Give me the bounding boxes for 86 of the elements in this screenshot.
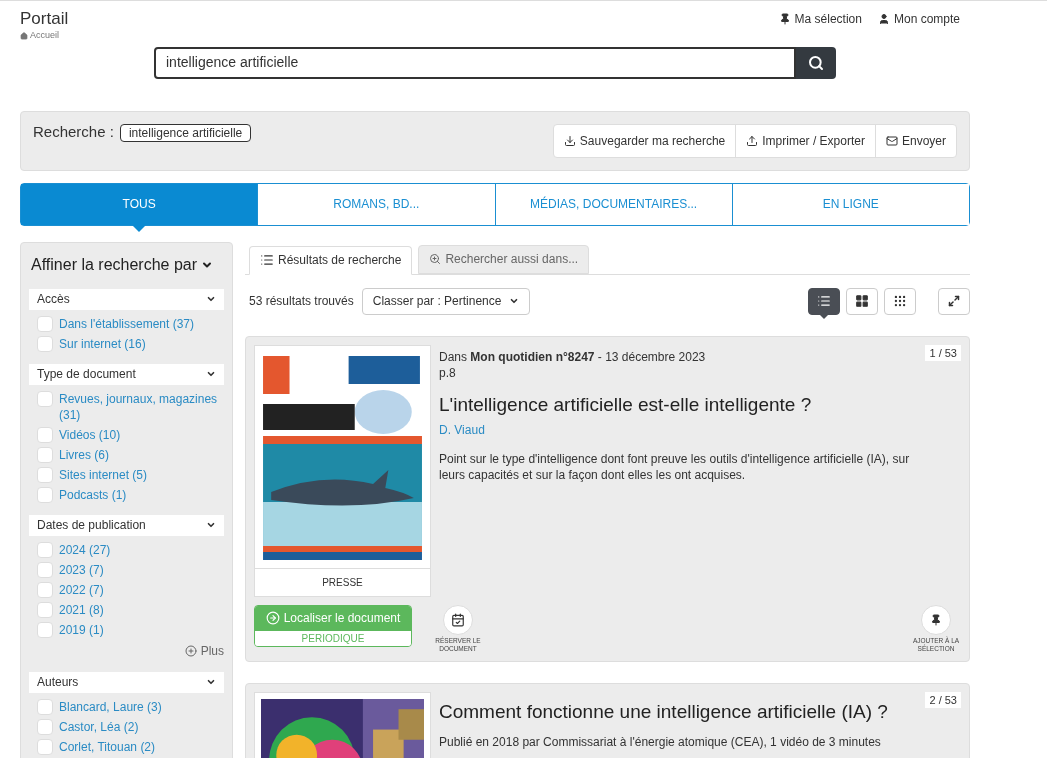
facet-option[interactable]: 2024 (27) [59, 541, 111, 558]
toolbar-button[interactable]: Imprimer / Exporter [735, 124, 875, 157]
results-tab[interactable]: Résultats de recherche [249, 245, 413, 275]
query-label: Recherche : [33, 122, 114, 143]
result-counter: 1 / 53 [925, 344, 961, 361]
facet-option[interactable]: 2021 (8) [59, 601, 104, 618]
pin-icon [778, 13, 791, 25]
sort-dropdown[interactable]: Classer par : Pertinence [361, 287, 531, 315]
grid-icon [893, 294, 907, 308]
facet-option[interactable]: Blancard, Laure (3) [59, 698, 162, 715]
checkbox[interactable] [37, 390, 53, 407]
checkbox[interactable] [37, 446, 53, 463]
list-icon [817, 294, 831, 308]
facet-option[interactable]: 2023 (7) [59, 561, 104, 578]
tab-pointer-icon [132, 224, 147, 232]
checkbox[interactable] [37, 698, 53, 715]
checkbox[interactable] [37, 561, 53, 578]
facet-option[interactable]: Vidéos (10) [59, 426, 121, 443]
facet-header[interactable]: Accès [29, 288, 224, 310]
toolbar-button[interactable]: Envoyer [874, 124, 956, 157]
locate-button[interactable]: Localiser le document PERIODIQUE [254, 604, 412, 647]
facet-header[interactable]: Dates de publication [29, 514, 224, 536]
facet-option[interactable]: 2019 (1) [59, 621, 104, 638]
fullscreen-button[interactable] [938, 287, 970, 315]
caret-icon [206, 369, 216, 379]
toolbar-button[interactable]: Sauvegarder ma recherche [553, 124, 736, 157]
checkbox[interactable] [37, 486, 53, 503]
result-summary: Publié en 2018 par Commissariat à l'énergie atomique (CEA), 1 vidéo de 3 minutes [439, 733, 882, 750]
facet-header[interactable]: Auteurs [29, 671, 224, 693]
plus-icon [184, 644, 197, 657]
header-link[interactable]: Ma sélection [778, 11, 862, 27]
checkbox[interactable] [37, 541, 53, 558]
checkbox[interactable] [37, 466, 53, 483]
results-count: 53 résultats trouvés [249, 293, 354, 310]
checkbox[interactable] [37, 426, 53, 443]
breadcrumb-link[interactable]: Accueil [20, 29, 69, 43]
checkbox[interactable] [37, 718, 53, 735]
search-field[interactable]: intelligence artificielle [154, 46, 796, 79]
calendar-icon [451, 612, 465, 627]
download-icon [563, 134, 576, 147]
pin-icon [930, 613, 942, 626]
user-icon [877, 13, 890, 25]
facet-option[interactable]: Revues, journaux, magazines (31) [59, 390, 224, 423]
checkbox[interactable] [37, 581, 53, 598]
zoom-icon [429, 253, 442, 265]
facet-option[interactable]: Livres (6) [59, 446, 109, 463]
search-button[interactable] [796, 46, 836, 79]
author-link[interactable]: D. Viaud [439, 420, 921, 439]
document-type: PRESSE [254, 568, 431, 597]
result-summary: Point sur le type d'intelligence dont font preuve les outils d'intelligence artificielle (IA), sur leurs capacités et sur la façon dont elles les ont acquises. [439, 450, 911, 483]
query-term: intelligence artificielle [119, 123, 252, 142]
search-icon [808, 54, 824, 71]
source-line: Dans Mon quotidien n°8247 - 13 décembre 2023 [439, 348, 707, 365]
caret-icon [206, 520, 216, 530]
checkbox[interactable] [37, 601, 53, 618]
site-title: Portail [20, 9, 69, 29]
checkbox[interactable] [37, 315, 53, 332]
facet-header[interactable]: Type de document [29, 363, 224, 385]
home-icon [20, 31, 28, 40]
more-button[interactable]: Plus [184, 641, 224, 660]
checkbox[interactable] [37, 738, 53, 755]
list-icon [260, 253, 274, 267]
facet-option[interactable]: Sur internet (16) [59, 335, 146, 352]
result-title[interactable]: Comment fonctionne une intelligence artificielle (IA) ? [439, 699, 921, 724]
mail-icon [885, 134, 898, 147]
page-number: p.8 [439, 364, 457, 381]
caret-icon [509, 296, 520, 306]
expand-icon [948, 295, 960, 307]
caret-icon [206, 294, 216, 304]
facet-option[interactable]: Dans l'établissement (37) [59, 315, 195, 332]
category-tab[interactable]: TOUS [21, 183, 258, 225]
checkbox[interactable] [37, 335, 53, 352]
caret-icon [206, 677, 216, 687]
header-link[interactable]: Mon compte [877, 11, 960, 27]
filter-heading[interactable]: Affiner la recherche par [29, 252, 213, 277]
facet-option[interactable]: Sites internet (5) [59, 466, 148, 483]
checkbox[interactable] [37, 621, 53, 638]
facet-option[interactable]: Podcasts (1) [59, 486, 127, 503]
grid-icon [855, 294, 869, 308]
facet-option[interactable]: Castor, Léa (2) [59, 718, 139, 735]
result-title[interactable]: L'intelligence artificielle est-elle intelligente ? [439, 392, 921, 417]
facet-option[interactable]: Corlet, Titouan (2) [59, 738, 156, 755]
results-tab[interactable]: Rechercher aussi dans... [418, 244, 590, 274]
result-counter: 2 / 53 [925, 691, 961, 708]
upload-icon [746, 134, 759, 147]
facet-option[interactable]: 2022 (7) [59, 581, 104, 598]
